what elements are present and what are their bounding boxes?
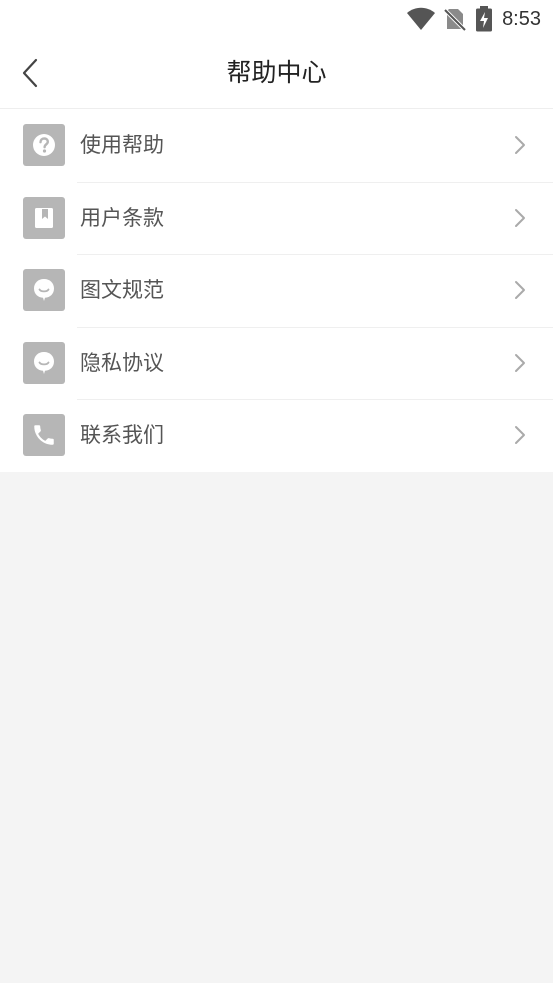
menu-item-contact-us[interactable]: 联系我们: [0, 399, 553, 472]
chat-bubble-icon: [23, 341, 65, 384]
menu-item-label: 图文规范: [80, 278, 164, 303]
status-time: 8:53: [502, 8, 541, 30]
chevron-right-icon: [515, 353, 525, 372]
menu-item-label: 用户条款: [80, 205, 164, 230]
menu-item-label: 联系我们: [80, 423, 164, 448]
question-icon: [23, 124, 65, 166]
help-menu-list: 使用帮助 用户条款 图文规范 隐私协议 联系我们: [0, 109, 553, 472]
battery-charging-icon: [476, 6, 493, 32]
chevron-right-icon: [515, 281, 525, 300]
status-icons: 8:53: [406, 6, 541, 32]
menu-item-privacy-agreement[interactable]: 隐私协议: [0, 326, 553, 400]
menu-item-usage-help[interactable]: 使用帮助: [0, 109, 553, 182]
header: 帮助中心: [0, 38, 553, 109]
menu-item-content-guidelines[interactable]: 图文规范: [0, 254, 553, 327]
menu-item-label: 隐私协议: [80, 350, 164, 375]
bookmark-icon: [23, 196, 65, 239]
chevron-right-icon: [515, 136, 525, 154]
chat-bubble-icon: [23, 269, 65, 312]
page-title: 帮助中心: [226, 58, 327, 87]
chevron-right-icon: [515, 426, 525, 445]
wifi-icon: [407, 7, 436, 30]
menu-item-user-terms[interactable]: 用户条款: [0, 181, 553, 255]
status-bar: 8:53: [0, 0, 553, 38]
menu-item-label: 使用帮助: [80, 133, 164, 157]
chevron-right-icon: [515, 208, 525, 227]
phone-icon: [23, 414, 65, 457]
no-sim-icon: [443, 8, 467, 31]
